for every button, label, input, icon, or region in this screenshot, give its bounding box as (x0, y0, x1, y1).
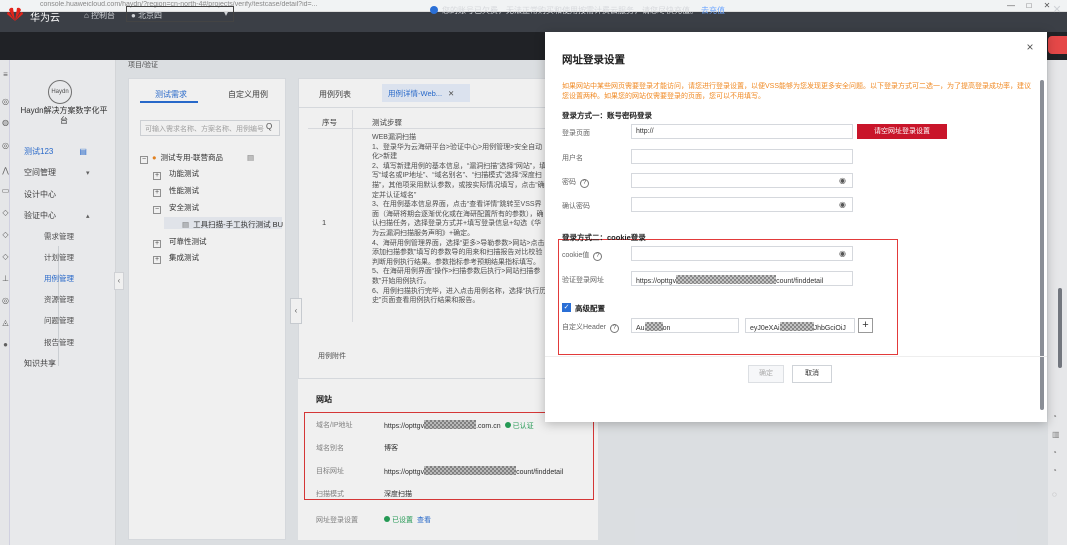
red-corner-badge (1048, 36, 1067, 54)
dialog-footer-divider (545, 356, 1047, 357)
login-config-button[interactable]: 请空网址登录设置 (857, 124, 947, 139)
maximize-icon[interactable]: □ (1022, 0, 1036, 12)
password-label: 密码? (562, 177, 589, 188)
confirm-password-label: 确认密码 (562, 203, 590, 210)
advanced-config-label: 高级配置 (575, 304, 605, 313)
custom-header-label: 自定义Header? (562, 322, 619, 333)
verify-url-input[interactable]: https://opttgv count/finddetail (631, 271, 853, 286)
region-selector[interactable]: ● 北京四 ▾ (126, 6, 234, 22)
verify-url-suffix: count/finddetail (776, 278, 824, 285)
login-method-2-title: 登录方式二：cookie登录 (562, 233, 646, 242)
help-icon[interactable]: ? (580, 179, 589, 188)
dialog-tip: 如果网站中某些网页需要登录才能访问，请您进行登录设置，以便VSS能够为您发现更多… (562, 83, 1032, 100)
login-method-1-title: 登录方式一：账号密码登录 (562, 111, 652, 120)
help-icon[interactable]: ? (609, 324, 619, 333)
home-icon: ⌂ (84, 11, 92, 20)
header-value-suffix: JhbGciOiJ (813, 325, 846, 332)
eye-hidden-icon[interactable]: ◉ (839, 176, 846, 185)
login-page-label: 登录页面 (562, 130, 590, 137)
login-page-input[interactable]: http:// (631, 124, 853, 139)
dialog-scrollbar[interactable] (1040, 80, 1044, 410)
password-label-text: 密码 (562, 179, 576, 186)
redaction-mosaic (779, 322, 814, 331)
cancel-button[interactable]: 取消 (792, 365, 832, 383)
header-value-prefix: eyJ0eXAi (750, 325, 780, 332)
header-key-suffix: on (662, 325, 671, 332)
dialog-title: 网址登录设置 (562, 54, 625, 66)
advanced-config-checkbox[interactable]: ✓ (562, 303, 571, 312)
header-value-input[interactable]: eyJ0eXAi JhbGciOiJ (745, 318, 855, 333)
confirm-button[interactable]: 确定 (748, 365, 784, 383)
minimize-icon[interactable]: — (1004, 0, 1018, 12)
eye-hidden-icon[interactable]: ◉ (839, 200, 846, 209)
notice-close-icon[interactable]: ✕ (1050, 3, 1064, 17)
help-icon[interactable]: ? (593, 252, 603, 261)
password-input[interactable]: ◉ (631, 173, 853, 188)
cookie-label-text: cookie值 (562, 252, 590, 259)
username-label: 用户名 (562, 155, 583, 162)
custom-header-label-text: 自定义Header (562, 324, 606, 331)
location-icon: ● (131, 11, 139, 20)
region-label: 北京四 (138, 11, 163, 20)
close-icon[interactable]: × (1024, 40, 1036, 54)
notice-text: 您的账号已欠费，无法正常购买和使用按需计费云服务，请您尽快充值。 (442, 6, 698, 15)
huawei-logo-icon[interactable] (6, 6, 24, 22)
add-header-button[interactable]: + (858, 318, 873, 333)
verify-url-prefix: https://opttgv (636, 278, 677, 285)
console-label: 控制台 (91, 11, 116, 20)
chevron-down-icon: ▾ (223, 9, 228, 18)
redaction-mosaic (644, 322, 663, 331)
notice-message: 您的账号已欠费，无法正常购买和使用按需计费云服务，请您尽快充值。 去充值 (430, 5, 725, 16)
cookie-label: cookie值? (562, 250, 603, 261)
console-link[interactable]: ⌂ 控制台 (84, 10, 115, 21)
redaction-mosaic (676, 275, 777, 284)
verify-url-label: 验证登录网址 (562, 277, 604, 284)
eye-hidden-icon[interactable]: ◉ (839, 249, 846, 258)
username-input[interactable] (631, 149, 853, 164)
confirm-password-input[interactable]: ◉ (631, 197, 853, 212)
header-key-prefix: Au (636, 325, 645, 332)
cookie-input[interactable]: ◉ (631, 246, 853, 261)
recharge-link[interactable]: 去充值 (701, 6, 725, 15)
info-icon (430, 6, 438, 14)
header-key-input[interactable]: Au on (631, 318, 739, 333)
brand-name[interactable]: 华为云 (30, 9, 60, 24)
